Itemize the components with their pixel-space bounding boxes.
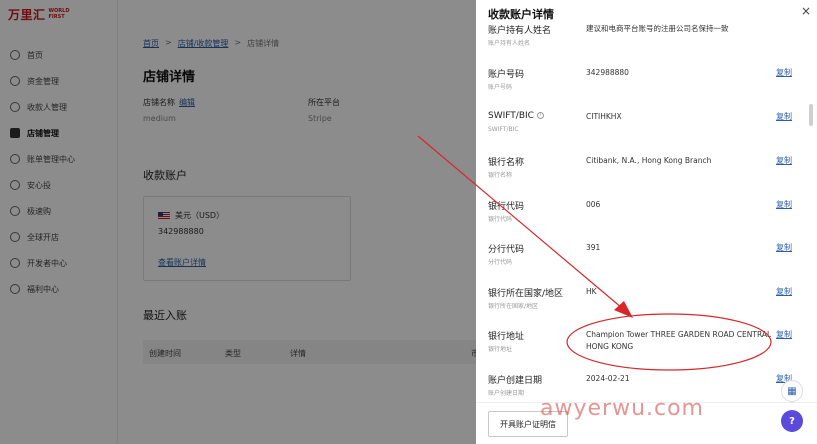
detail-row-account-number: 账户号码 账户号码 342988880 复制 xyxy=(488,67,792,91)
close-icon[interactable]: × xyxy=(801,4,811,18)
drawer-body: 账户持有人姓名 账户持有人姓名 建议和电商平台账号的注册公司名保持一致 账户号码… xyxy=(476,22,817,402)
bank-code-value: 006 xyxy=(586,200,601,209)
bank-name-value: Citibank, N.A., Hong Kong Branch xyxy=(586,156,712,165)
holder-value: 建议和电商平台账号的注册公司名保持一致 xyxy=(586,24,729,33)
detail-row-branch-code: 分行代码 分行代码 391 复制 xyxy=(488,242,792,266)
account-details-drawer: 收款账户详情 × 账户持有人姓名 账户持有人姓名 建议和电商平台账号的注册公司名… xyxy=(476,0,817,444)
account-number-value: 342988880 xyxy=(586,68,629,77)
swift-value: CITIHKHX xyxy=(586,112,622,121)
info-icon[interactable]: i xyxy=(536,112,544,119)
scrollbar[interactable] xyxy=(809,104,813,126)
created-date-value: 2024-02-21 xyxy=(586,374,630,383)
copy-button[interactable]: 复制 xyxy=(776,286,792,297)
copy-button[interactable]: 复制 xyxy=(776,111,792,122)
copy-button[interactable]: 复制 xyxy=(776,155,792,166)
drawer-title: 收款账户详情 xyxy=(488,8,554,21)
bank-address-value: Champion Tower THREE GARDEN ROAD CENTRAL… xyxy=(586,330,772,351)
copy-button[interactable]: 复制 xyxy=(776,329,792,340)
detail-row-swift: SWIFT/BIC i SWIFT/BIC CITIHKHX 复制 xyxy=(488,111,792,133)
copy-button[interactable]: 复制 xyxy=(776,242,792,253)
detail-row-bank-name: 银行名称 银行名称 Citibank, N.A., Hong Kong Bran… xyxy=(488,155,792,179)
help-button[interactable]: ? xyxy=(781,410,803,432)
modal-overlay[interactable] xyxy=(0,0,476,444)
detail-row-bank-code: 银行代码 银行代码 006 复制 xyxy=(488,199,792,223)
detail-row-holder: 账户持有人姓名 账户持有人姓名 建议和电商平台账号的注册公司名保持一致 xyxy=(488,23,810,67)
detail-row-bank-address: 银行地址 银行地址 Champion Tower THREE GARDEN RO… xyxy=(488,329,792,353)
copy-button[interactable]: 复制 xyxy=(776,67,792,78)
grid-icon[interactable]: ▦ xyxy=(781,380,803,402)
bank-country-value: HK xyxy=(586,287,597,296)
watermark: awyerwu.com xyxy=(540,396,704,421)
branch-code-value: 391 xyxy=(586,243,601,252)
detail-row-bank-country: 银行所在国家/地区 银行所在国家/地区 HK 复制 xyxy=(488,286,792,310)
copy-button[interactable]: 复制 xyxy=(776,199,792,210)
